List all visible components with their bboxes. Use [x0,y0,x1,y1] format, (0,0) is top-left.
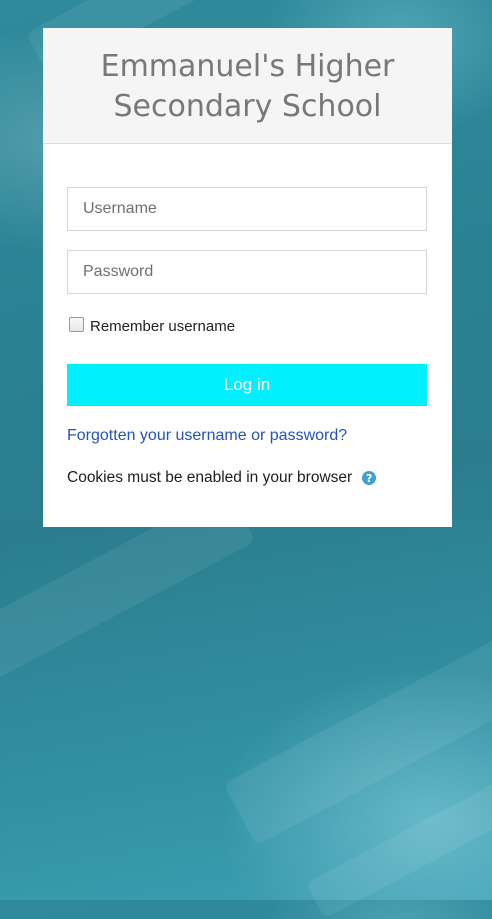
password-input[interactable] [67,250,427,294]
cookies-notice-text: Cookies must be enabled in your browser [67,469,353,486]
login-button[interactable]: Log in [67,364,427,406]
username-input[interactable] [67,187,427,231]
site-title: Emmanuel's Higher Secondary School [100,48,395,124]
remember-username-checkbox[interactable] [69,316,84,332]
forgot-password-link[interactable]: Forgotten your username or password? [67,427,428,445]
remember-username-row: Remember username [67,315,428,337]
login-header: Emmanuel's Higher Secondary School [43,28,452,144]
login-card: Emmanuel's Higher Secondary School Remem… [43,28,452,527]
question-circle-icon[interactable]: ? [362,471,377,485]
remember-username-label[interactable]: Remember username [90,318,235,335]
login-form: Remember username Log in Forgotten your … [43,187,452,487]
cookies-notice-row: Cookies must be enabled in your browser … [67,469,428,487]
